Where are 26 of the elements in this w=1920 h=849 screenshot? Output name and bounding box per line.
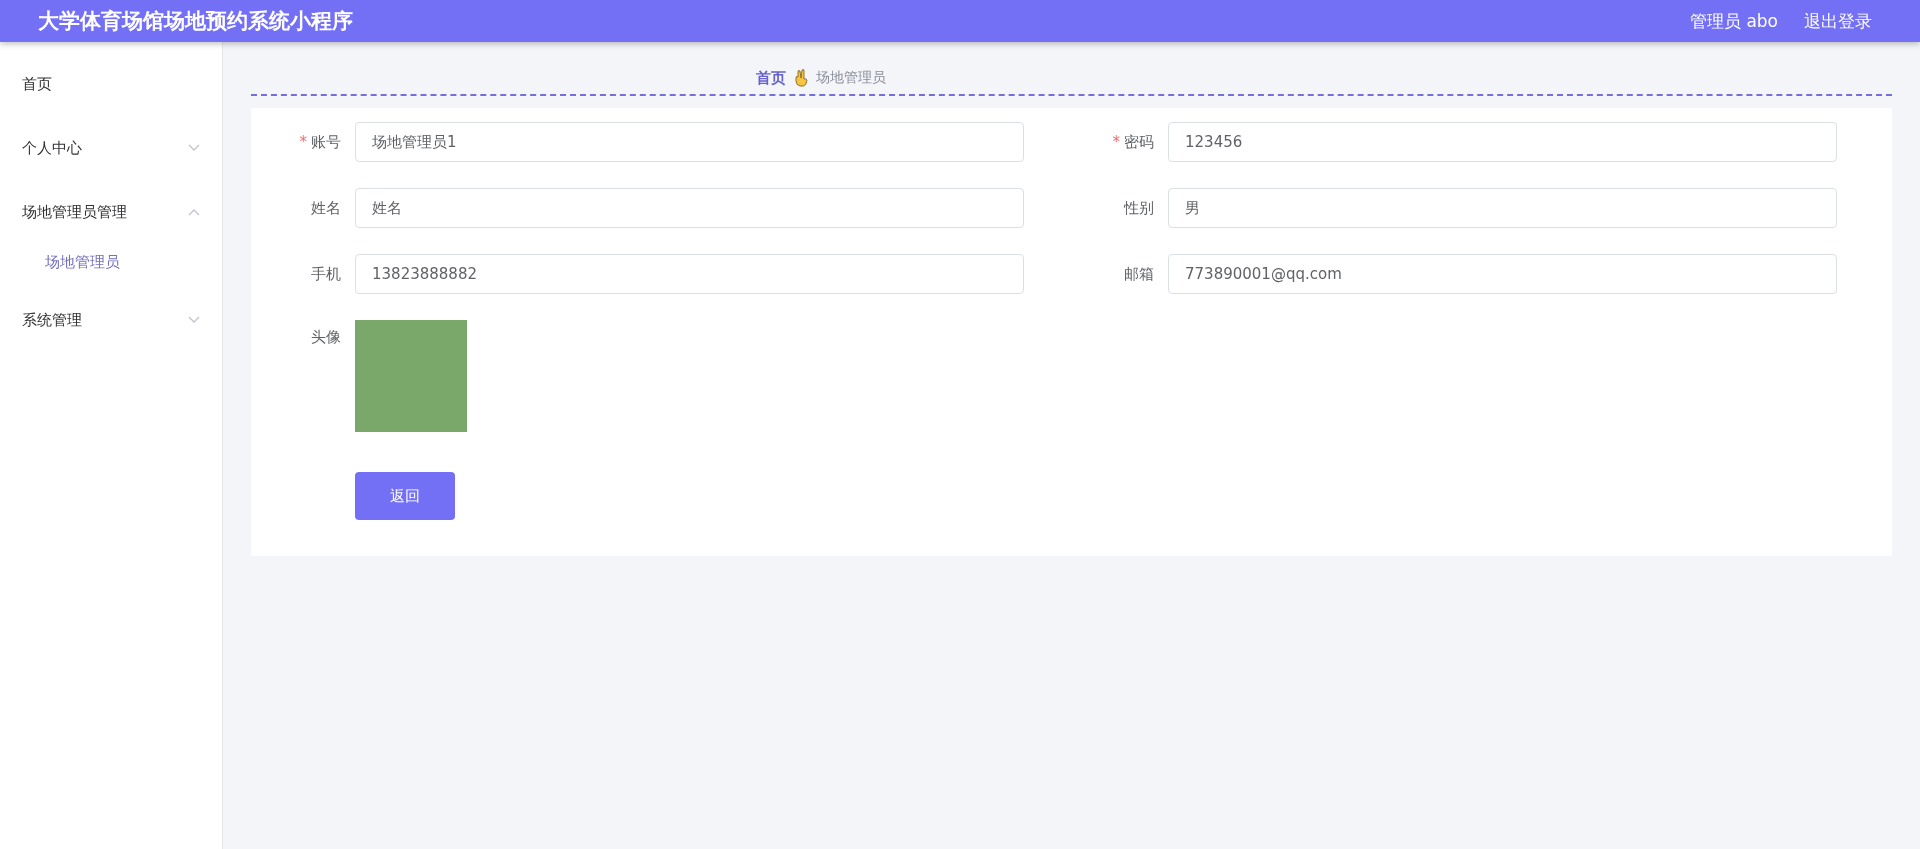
input-field[interactable]: 773890001@qq.com: [1168, 254, 1837, 294]
field-label: * 账号: [298, 132, 342, 152]
field-label: 头像: [310, 327, 342, 347]
chevron-icon: [188, 208, 200, 216]
hand-icon: [794, 69, 808, 87]
chevron-icon: [188, 316, 200, 324]
field-label: 性别: [1122, 198, 1155, 218]
field-label: 手机: [310, 264, 342, 284]
input-field[interactable]: 13823888882: [355, 254, 1024, 294]
field-label: 邮箱: [1123, 264, 1155, 284]
input-field[interactable]: 123456: [1168, 122, 1837, 162]
input-field[interactable]: 男: [1168, 188, 1837, 228]
app-title: 大学体育场馆场地预约系统小程序: [38, 8, 354, 35]
input-field[interactable]: 姓名: [355, 188, 1024, 228]
menu-item[interactable]: 首页: [0, 52, 222, 116]
logout-link[interactable]: 退出登录: [1804, 9, 1872, 33]
back-button[interactable]: 返回: [355, 472, 455, 520]
user-name: 管理员 abo: [1690, 9, 1778, 33]
chevron-icon: [188, 144, 200, 152]
breadcrumb-current: 场地管理员: [816, 69, 886, 87]
menu-item[interactable]: 系统管理: [0, 288, 222, 352]
menu-item[interactable]: 个人中心: [0, 116, 222, 180]
field-label: 姓名: [310, 198, 342, 218]
input-field[interactable]: 场地管理员1: [355, 122, 1024, 162]
field-label: * 密码: [1111, 132, 1155, 152]
breadcrumb-home[interactable]: 首页: [756, 68, 786, 88]
